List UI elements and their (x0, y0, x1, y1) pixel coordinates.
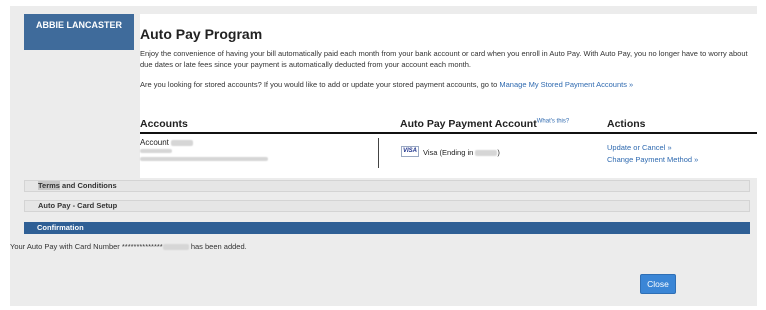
redacted-card-number (162, 244, 189, 251)
confirmation-message-prefix: Your Auto Pay with Card Number *********… (10, 242, 163, 251)
redacted-account-number (171, 139, 194, 146)
whats-this-link[interactable]: What's this? (537, 119, 570, 125)
column-divider (378, 138, 379, 168)
card-description: Visa (Ending in ) (423, 148, 500, 157)
payment-account-column-header: Auto Pay Payment AccountWhat's this? (400, 118, 569, 130)
account-holder-name: ABBIE LANCASTER (35, 20, 122, 30)
terms-highlight: Terms (38, 181, 60, 190)
manage-stored-accounts-link[interactable]: Manage My Stored Payment Accounts » (499, 80, 633, 89)
update-or-cancel-link[interactable]: Update or Cancel » (607, 143, 672, 152)
stored-accounts-question: Are you looking for stored accounts? If … (140, 80, 498, 89)
card-setup-label: Auto Pay - Card Setup (38, 201, 118, 210)
change-payment-method-link[interactable]: Change Payment Method » (607, 155, 698, 164)
page-panel: ABBIE LANCASTER Auto Pay Program Enjoy t… (10, 6, 757, 306)
account-holder-tab: ABBIE LANCASTER (24, 14, 134, 50)
stored-accounts-text: Are you looking for stored accounts? If … (140, 80, 633, 89)
actions-column-header: Actions (607, 118, 646, 130)
page-title: Auto Pay Program (140, 26, 263, 42)
account-label: Account (140, 138, 169, 147)
card-text-suffix: ) (497, 148, 500, 157)
visa-card-icon: VISA (401, 146, 419, 157)
confirmation-header-label: Confirmation (37, 223, 84, 232)
terms-rest: and Conditions (59, 181, 117, 190)
table-header-divider (140, 132, 757, 134)
auto-pay-content: Auto Pay Program Enjoy the convenience o… (140, 14, 757, 178)
payment-account-header-label: Auto Pay Payment Account (400, 118, 537, 130)
account-info: Account (140, 138, 194, 147)
redacted-account-address (140, 157, 268, 161)
card-setup-section[interactable]: Auto Pay - Card Setup (24, 200, 750, 212)
redacted-card-digits (475, 150, 498, 157)
confirmation-header: Confirmation (24, 222, 750, 234)
intro-text: Enjoy the convenience of having your bil… (140, 49, 748, 69)
close-button[interactable]: Close (640, 274, 676, 294)
terms-and-conditions-section[interactable]: Terms and Conditions (24, 180, 750, 192)
accounts-column-header: Accounts (140, 118, 188, 130)
redacted-account-name (140, 149, 172, 153)
confirmation-message-suffix: has been added. (190, 242, 247, 251)
confirmation-message: Your Auto Pay with Card Number *********… (10, 242, 247, 251)
card-text-prefix: Visa (Ending in (423, 148, 474, 157)
